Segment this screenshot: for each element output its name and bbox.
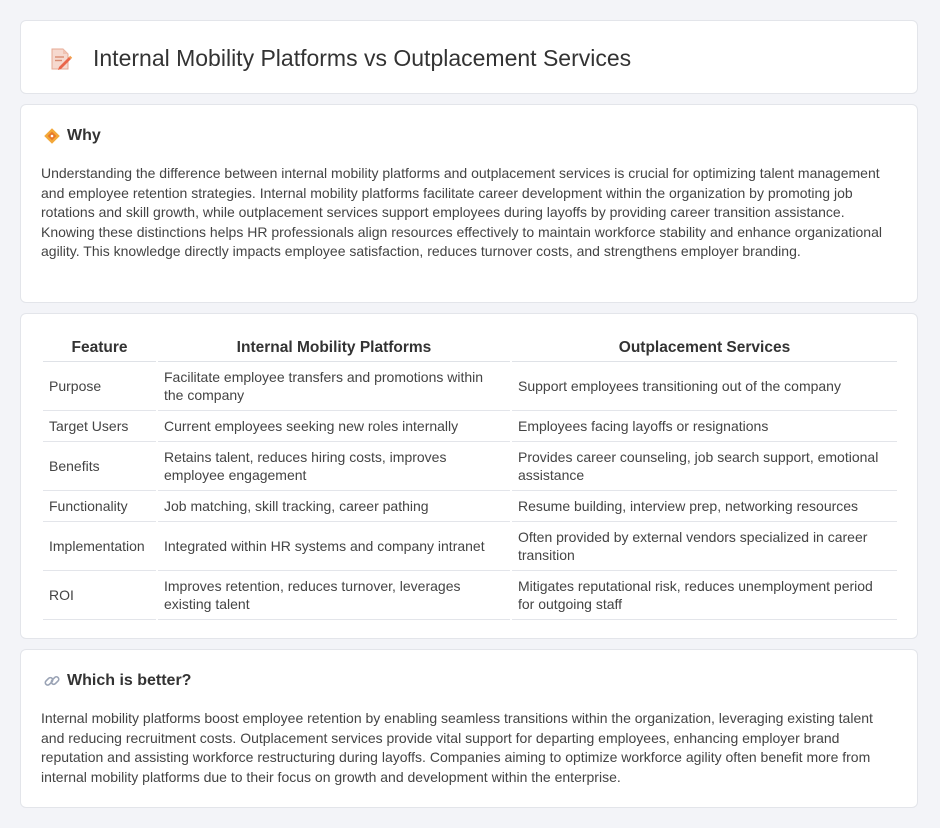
link-icon xyxy=(44,676,60,686)
title-row: Internal Mobility Platforms vs Outplacem… xyxy=(47,45,631,72)
outplacement-cell: Support employees transitioning out of t… xyxy=(512,362,897,411)
outplacement-cell: Mitigates reputational risk, reduces une… xyxy=(512,571,897,620)
why-heading-row: Why xyxy=(43,127,101,145)
outplacement-cell: Employees facing layoffs or resignations xyxy=(512,411,897,442)
why-heading: Why xyxy=(67,127,101,144)
outplacement-cell: Often provided by external vendors speci… xyxy=(512,522,897,571)
internal-mobility-cell: Integrated within HR systems and company… xyxy=(158,522,510,571)
better-text: Internal mobility platforms boost employ… xyxy=(41,710,873,785)
table-row: Benefits Retains talent, reduces hiring … xyxy=(43,442,897,491)
feature-cell: Benefits xyxy=(43,442,156,491)
internal-mobility-cell: Current employees seeking new roles inte… xyxy=(158,411,510,442)
comparison-card: Feature Internal Mobility Platforms Outp… xyxy=(20,313,918,639)
why-text: Understanding the difference between int… xyxy=(41,165,882,259)
document-pencil-icon xyxy=(51,48,73,70)
feature-cell: Implementation xyxy=(43,522,156,571)
feature-cell: ROI xyxy=(43,571,156,620)
title-card: Internal Mobility Platforms vs Outplacem… xyxy=(20,20,918,94)
feature-cell: Purpose xyxy=(43,362,156,411)
why-card: Why Understanding the difference between… xyxy=(20,104,918,303)
which-is-better-card: Which is better? Internal mobility platf… xyxy=(20,649,918,808)
table-row: ROI Improves retention, reduces turnover… xyxy=(43,571,897,620)
better-heading-row: Which is better? xyxy=(43,672,191,690)
table-row: Target Users Current employees seeking n… xyxy=(43,411,897,442)
better-heading: Which is better? xyxy=(67,672,192,689)
page-title: Internal Mobility Platforms vs Outplacem… xyxy=(93,45,632,71)
diamond-icon xyxy=(44,128,60,144)
outplacement-cell: Provides career counseling, job search s… xyxy=(512,442,897,491)
table-row: Functionality Job matching, skill tracki… xyxy=(43,491,897,522)
internal-mobility-cell: Retains talent, reduces hiring costs, im… xyxy=(158,442,510,491)
column-header: Outplacement Services xyxy=(512,337,897,362)
internal-mobility-cell: Facilitate employee transfers and promot… xyxy=(158,362,510,411)
outplacement-cell: Resume building, interview prep, network… xyxy=(512,491,897,522)
internal-mobility-cell: Job matching, skill tracking, career pat… xyxy=(158,491,510,522)
column-header: Feature xyxy=(43,337,156,362)
column-header: Internal Mobility Platforms xyxy=(158,337,510,362)
feature-cell: Functionality xyxy=(43,491,156,522)
table-header-row: Feature Internal Mobility Platforms Outp… xyxy=(43,337,897,362)
table-row: Implementation Integrated within HR syst… xyxy=(43,522,897,571)
comparison-table: Feature Internal Mobility Platforms Outp… xyxy=(41,337,899,620)
feature-cell: Target Users xyxy=(43,411,156,442)
internal-mobility-cell: Improves retention, reduces turnover, le… xyxy=(158,571,510,620)
table-row: Purpose Facilitate employee transfers an… xyxy=(43,362,897,411)
